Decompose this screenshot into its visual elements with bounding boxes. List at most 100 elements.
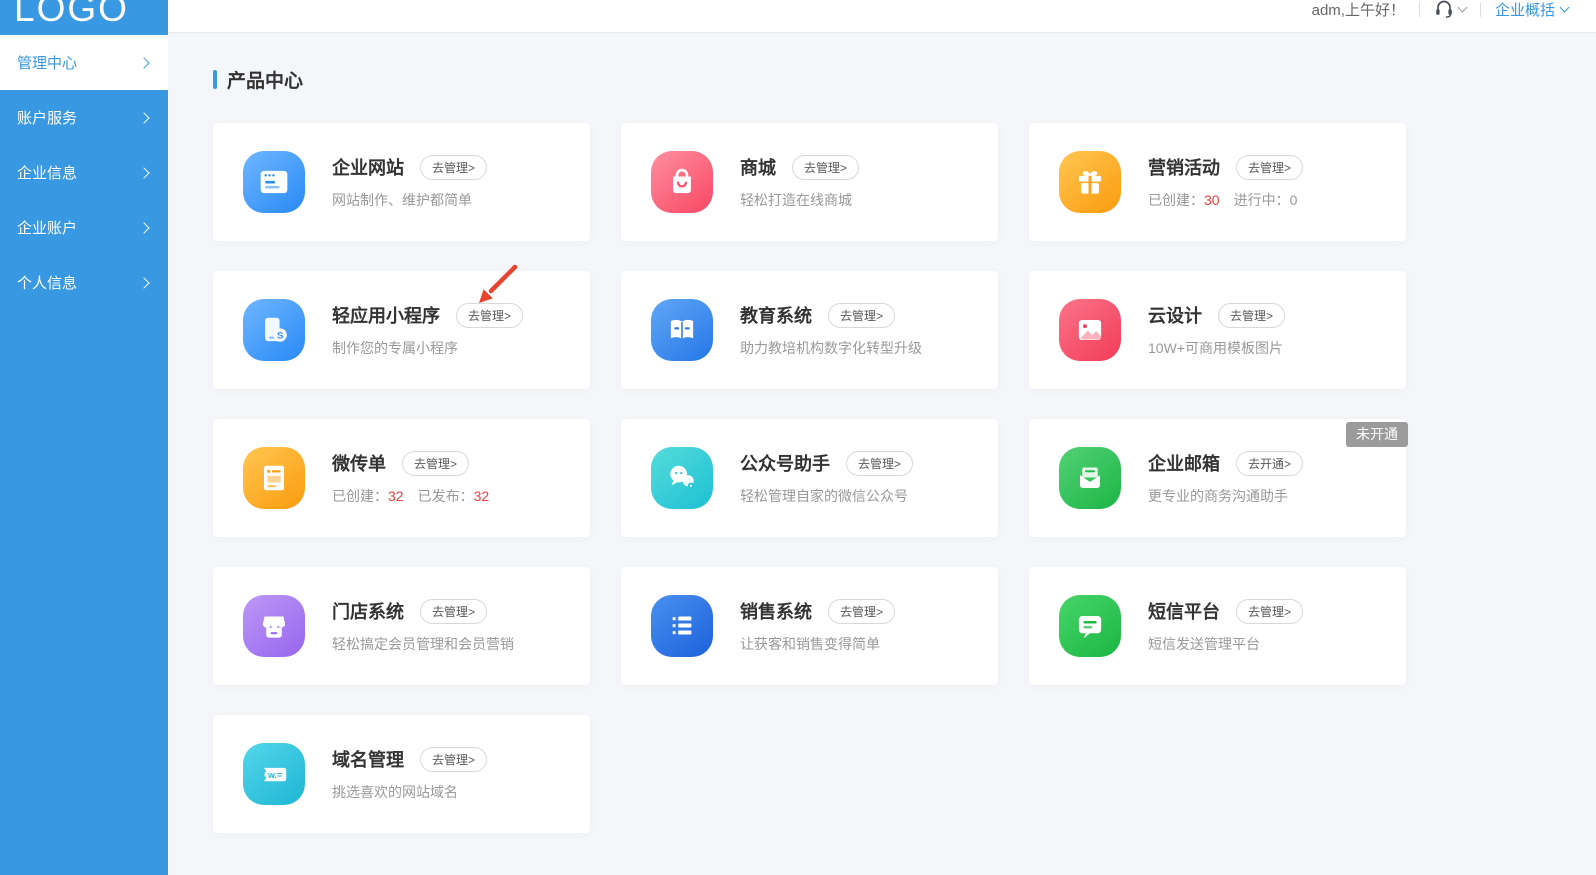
manage-button[interactable]: 去管理> [420,746,488,772]
product-title: 门店系统 [332,602,404,622]
manage-button[interactable]: 去管理> [828,598,896,624]
manage-button[interactable]: 去管理> [1236,154,1304,180]
sidebar-item-label: 管理中心 [17,55,78,72]
chevron-right-icon [138,276,150,289]
chevron-right-icon [138,56,150,69]
sidebar: LOGO 管理中心 账户服务 企业信息 企业账户 个人信息 [0,0,168,875]
manage-button[interactable]: 去管理> [402,450,470,476]
customer-service-menu[interactable] [1434,0,1468,18]
activate-button[interactable]: 去开通> [1236,450,1304,476]
stat-label: 已创建： [332,488,388,504]
wechat-gear-icon [651,447,713,509]
product-desc: 10W+可商用模板图片 [1148,340,1283,356]
section-title: 产品中心 [213,66,1596,93]
domain-tag-icon: w.= [243,743,305,805]
stat-label: 进行中： [1233,192,1290,208]
product-desc: 轻松管理自家的微信公众号 [740,488,908,504]
manage-button[interactable]: 去管理> [420,598,488,624]
stat-value: 0 [1289,192,1298,208]
product-title: 企业网站 [332,158,404,178]
product-card-enterprise-website: 企业网站 去管理> 网站制作、维护都简单 [213,123,590,241]
product-card-official-account-assistant: 公众号助手 去管理> 轻松管理自家的微信公众号 [621,419,998,537]
stat-value: 30 [1204,192,1220,208]
sidebar-item-enterprise-info[interactable]: 企业信息 [0,145,168,200]
divider [1418,1,1420,17]
sidebar-item-label: 企业信息 [17,165,78,182]
sidebar-item-label: 企业账户 [17,220,78,237]
page-title: 产品中心 [227,71,304,92]
product-card-enterprise-mailbox: 未开通 企业邮箱 去开通> 更专业的商务沟通助手 [1029,419,1408,537]
top-bar: adm,上午好！ 企业概括 [168,0,1596,33]
list-icon [651,595,713,657]
product-card-sales-system: 销售系统 去管理> 让获客和销售变得简单 [621,567,998,685]
product-card-education-system: 教育系统 去管理> 助力教培机构数字化转型升级 [621,271,998,389]
product-card-sms-platform: 短信平台 去管理> 短信发送管理平台 [1029,567,1406,685]
product-title: 微传单 [332,454,386,474]
divider [1479,1,1481,17]
product-card-light-app-miniprogram: S 轻应用小程序 去管理> 制作您的专属小程序 [213,264,590,389]
logo-text: LOGO [14,0,129,29]
product-card-mall: 商城 去管理> 轻松打造在线商城 [621,123,998,241]
browser-icon [243,151,305,213]
manage-button[interactable]: 去管理> [792,154,860,180]
product-card-micro-flyer: 微传单 去管理> 已创建：32 已发布：32 [213,419,590,537]
svg-text:S: S [277,330,283,341]
main-content: 产品中心 企业网站 去管理> 网站制作、维护都简单 商城 去管理> 轻松打造在线… [168,33,1596,875]
flyer-icon [243,447,305,509]
product-stats: 已创建：32 已发布：32 [332,486,489,506]
product-desc: 制作您的专属小程序 [332,340,458,356]
product-desc: 更专业的商务沟通助手 [1148,488,1288,504]
manage-button[interactable]: 去管理> [1236,598,1304,624]
chevron-down-icon [1559,2,1570,12]
chevron-right-icon [138,166,150,179]
stat-label: 已创建： [1148,192,1204,208]
sidebar-item-management-center[interactable]: 管理中心 [0,35,168,90]
manage-button[interactable]: 去管理> [846,450,914,476]
product-card-marketing-campaign: 营销活动 去管理> 已创建：30 进行中：0 [1029,123,1406,241]
product-card-domain-management: w.= 域名管理 去管理> 挑选喜欢的网站域名 [213,715,590,833]
manage-button[interactable]: 去管理> [420,154,488,180]
shopping-bag-icon [651,151,713,213]
product-title: 轻应用小程序 [332,306,440,326]
product-title: 短信平台 [1148,602,1220,622]
product-grid: 企业网站 去管理> 网站制作、维护都简单 商城 去管理> 轻松打造在线商城 营销… [213,123,1596,833]
product-desc: 挑选喜欢的网站域名 [332,784,458,800]
manage-button[interactable]: 去管理> [1218,302,1286,328]
logo: LOGO [0,0,168,35]
sidebar-item-label: 账户服务 [17,110,78,127]
product-title: 云设计 [1148,306,1202,326]
not-activated-badge: 未开通 [1346,422,1408,447]
miniprogram-icon: S [243,299,305,361]
manage-button[interactable]: 去管理> [828,302,896,328]
image-icon [1059,299,1121,361]
chevron-down-icon [1457,2,1468,12]
open-book-icon [651,299,713,361]
product-card-cloud-design: 云设计 去管理> 10W+可商用模板图片 [1029,271,1406,389]
product-title: 销售系统 [740,602,812,622]
envelope-icon [1059,447,1121,509]
enterprise-overview-label: 企业概括 [1494,1,1555,19]
sidebar-item-personal-info[interactable]: 个人信息 [0,255,168,310]
stat-value: 32 [473,488,490,504]
sidebar-item-label: 个人信息 [17,275,78,292]
sidebar-item-account-services[interactable]: 账户服务 [0,90,168,145]
product-stats: 已创建：30 进行中：0 [1148,190,1303,210]
product-title: 商城 [740,158,776,178]
stat-label: 已发布： [417,488,474,504]
headset-icon [1436,0,1452,18]
chevron-right-icon [138,221,150,234]
stat-value: 32 [388,488,404,504]
gift-icon [1059,151,1121,213]
enterprise-overview-link[interactable]: 企业概括 [1494,0,1570,20]
svg-text:w.=: w.= [267,770,282,780]
sidebar-item-enterprise-account[interactable]: 企业账户 [0,200,168,255]
product-title: 教育系统 [740,306,812,326]
title-accent-bar [213,70,217,89]
user-greeting: adm,上午好！ [1311,1,1405,19]
chevron-right-icon [138,111,150,124]
product-desc: 让获客和销售变得简单 [740,636,880,652]
product-desc: 轻松打造在线商城 [740,192,852,208]
product-title: 营销活动 [1148,158,1220,178]
product-card-store-system: 门店系统 去管理> 轻松搞定会员管理和会员营销 [213,567,590,685]
product-desc: 轻松搞定会员管理和会员营销 [332,636,514,652]
